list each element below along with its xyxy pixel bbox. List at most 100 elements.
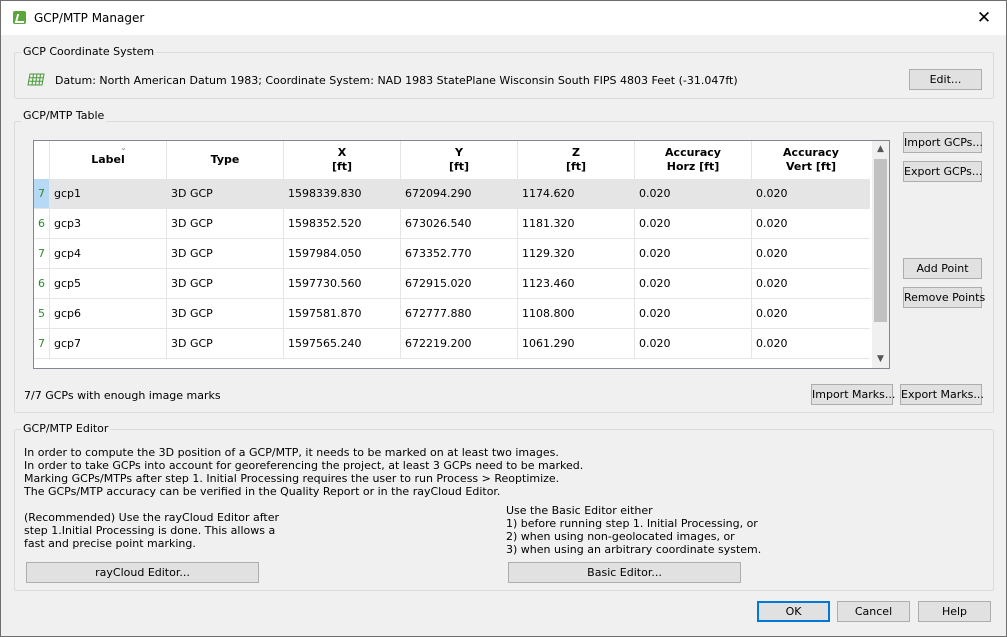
- cell-x[interactable]: 1598339.830: [284, 179, 401, 208]
- cell-type[interactable]: 3D GCP: [167, 329, 284, 358]
- cell-accuracy-vert[interactable]: 0.020: [752, 329, 870, 358]
- cell-accuracy-vert[interactable]: 0.020: [752, 299, 870, 328]
- header-accuracy-horz-unit: Horz [ft]: [666, 160, 720, 173]
- cell-label[interactable]: gcp7: [50, 329, 167, 358]
- cell-type[interactable]: 3D GCP: [167, 269, 284, 298]
- title-bar: GCP/MTP Manager ✕: [1, 1, 1006, 35]
- header-accuracy-horz-text: Accuracy: [665, 146, 721, 159]
- cell-y[interactable]: 673026.540: [401, 209, 518, 238]
- cell-z[interactable]: 1123.460: [518, 269, 635, 298]
- coord-system-group-title: GCP Coordinate System: [21, 45, 157, 58]
- header-y[interactable]: Y [ft]: [401, 141, 518, 179]
- export-marks-button[interactable]: Export Marks...: [900, 384, 984, 405]
- gcp-manager-window: GCP/MTP Manager ✕ GCP Coordinate System …: [0, 0, 1007, 637]
- editor-info-line: In order to compute the 3D position of a…: [24, 446, 559, 459]
- row-mark-count: 7: [34, 329, 50, 358]
- header-y-text: Y: [455, 146, 463, 159]
- header-label[interactable]: ⌄ Label: [50, 141, 167, 179]
- cell-label[interactable]: gcp3: [50, 209, 167, 238]
- gcp-editor-group-title: GCP/MTP Editor: [21, 422, 111, 435]
- cell-type[interactable]: 3D GCP: [167, 239, 284, 268]
- cell-label[interactable]: gcp4: [50, 239, 167, 268]
- export-gcps-button[interactable]: Export GCPs...: [903, 161, 982, 182]
- cell-accuracy-horz[interactable]: 0.020: [635, 209, 752, 238]
- header-type[interactable]: Type: [167, 141, 284, 179]
- cell-accuracy-vert[interactable]: 0.020: [752, 269, 870, 298]
- raycloud-description-line: fast and precise point marking.: [24, 537, 196, 550]
- header-type-text: Type: [210, 153, 240, 166]
- cell-y[interactable]: 672219.200: [401, 329, 518, 358]
- scroll-thumb[interactable]: [874, 159, 887, 322]
- ok-button[interactable]: OK: [757, 601, 830, 622]
- header-x[interactable]: X [ft]: [284, 141, 401, 179]
- cell-x[interactable]: 1597984.050: [284, 239, 401, 268]
- coord-system-description: Datum: North American Datum 1983; Coordi…: [55, 74, 738, 87]
- window-title: GCP/MTP Manager: [34, 11, 145, 25]
- editor-info-line: The GCPs/MTP accuracy can be verified in…: [24, 485, 501, 498]
- cell-y[interactable]: 673352.770: [401, 239, 518, 268]
- cell-z[interactable]: 1181.320: [518, 209, 635, 238]
- cell-accuracy-horz[interactable]: 0.020: [635, 179, 752, 208]
- raycloud-description-line: step 1.Initial Processing is done. This …: [24, 524, 276, 537]
- cell-y[interactable]: 672094.290: [401, 179, 518, 208]
- scroll-up-icon[interactable]: ▲: [872, 141, 889, 158]
- gcp-table[interactable]: ⌄ Label Type X [ft] Y [ft] Z [ft] Accura…: [33, 140, 890, 369]
- cell-accuracy-vert[interactable]: 0.020: [752, 209, 870, 238]
- cell-y[interactable]: 672915.020: [401, 269, 518, 298]
- header-z-text: Z: [572, 146, 580, 159]
- basic-editor-button[interactable]: Basic Editor...: [508, 562, 741, 583]
- cell-label[interactable]: gcp6: [50, 299, 167, 328]
- header-accuracy-horz[interactable]: Accuracy Horz [ft]: [635, 141, 752, 179]
- cell-x[interactable]: 1597565.240: [284, 329, 401, 358]
- cell-z[interactable]: 1061.290: [518, 329, 635, 358]
- cell-z[interactable]: 1108.800: [518, 299, 635, 328]
- cell-accuracy-horz[interactable]: 0.020: [635, 239, 752, 268]
- cell-type[interactable]: 3D GCP: [167, 179, 284, 208]
- table-row[interactable]: 5 gcp6 3D GCP 1597581.870 672777.880 1108.800…: [34, 299, 870, 329]
- import-gcps-button[interactable]: Import GCPs...: [903, 132, 983, 153]
- cell-accuracy-vert[interactable]: 0.020: [752, 239, 870, 268]
- basic-editor-description-line: 3) when using an arbitrary coordinate sy…: [506, 543, 762, 556]
- cell-accuracy-horz[interactable]: 0.020: [635, 329, 752, 358]
- row-mark-count: 7: [34, 179, 50, 208]
- cell-x[interactable]: 1597730.560: [284, 269, 401, 298]
- cell-type[interactable]: 3D GCP: [167, 299, 284, 328]
- header-accuracy-vert[interactable]: Accuracy Vert [ft]: [752, 141, 870, 179]
- table-row[interactable]: 7 gcp1 3D GCP 1598339.830 672094.290 1174.620…: [34, 179, 870, 209]
- table-row[interactable]: 6 gcp3 3D GCP 1598352.520 673026.540 1181.320…: [34, 209, 870, 239]
- add-point-button[interactable]: Add Point: [903, 258, 982, 279]
- help-button[interactable]: Help: [918, 601, 991, 622]
- cell-type[interactable]: 3D GCP: [167, 209, 284, 238]
- cell-x[interactable]: 1597581.870: [284, 299, 401, 328]
- table-header: ⌄ Label Type X [ft] Y [ft] Z [ft] Accura…: [34, 141, 870, 180]
- cancel-button[interactable]: Cancel: [837, 601, 910, 622]
- cell-accuracy-horz[interactable]: 0.020: [635, 299, 752, 328]
- cell-z[interactable]: 1129.320: [518, 239, 635, 268]
- cell-z[interactable]: 1174.620: [518, 179, 635, 208]
- header-label-text: Label: [91, 153, 125, 166]
- header-z-unit: [ft]: [565, 160, 587, 173]
- cell-accuracy-horz[interactable]: 0.020: [635, 269, 752, 298]
- edit-coord-system-button[interactable]: Edit...: [909, 69, 982, 90]
- basic-editor-description-line: 1) before running step 1. Initial Proces…: [506, 517, 758, 530]
- table-row[interactable]: 7 gcp4 3D GCP 1597984.050 673352.770 1129.320…: [34, 239, 870, 269]
- cell-label[interactable]: gcp1: [50, 179, 167, 208]
- table-vertical-scrollbar[interactable]: ▲ ▼: [872, 141, 889, 368]
- cell-label[interactable]: gcp5: [50, 269, 167, 298]
- basic-editor-description-line: 2) when using non-geolocated images, or: [506, 530, 735, 543]
- row-mark-count: 5: [34, 299, 50, 328]
- cell-y[interactable]: 672777.880: [401, 299, 518, 328]
- table-row[interactable]: 6 gcp5 3D GCP 1597730.560 672915.020 1123.460…: [34, 269, 870, 299]
- cell-x[interactable]: 1598352.520: [284, 209, 401, 238]
- scroll-down-icon[interactable]: ▼: [872, 351, 889, 368]
- close-button[interactable]: ✕: [962, 1, 1006, 35]
- cell-accuracy-vert[interactable]: 0.020: [752, 179, 870, 208]
- editor-info-line: In order to take GCPs into account for g…: [24, 459, 584, 472]
- gcp-table-group-title: GCP/MTP Table: [21, 109, 107, 122]
- raycloud-description-line: (Recommended) Use the rayCloud Editor af…: [24, 511, 280, 524]
- import-marks-button[interactable]: Import Marks...: [811, 384, 895, 405]
- remove-points-button[interactable]: Remove Points: [903, 287, 985, 308]
- raycloud-editor-button[interactable]: rayCloud Editor...: [26, 562, 259, 583]
- table-row[interactable]: 7 gcp7 3D GCP 1597565.240 672219.200 1061.290…: [34, 329, 870, 359]
- header-z[interactable]: Z [ft]: [518, 141, 635, 179]
